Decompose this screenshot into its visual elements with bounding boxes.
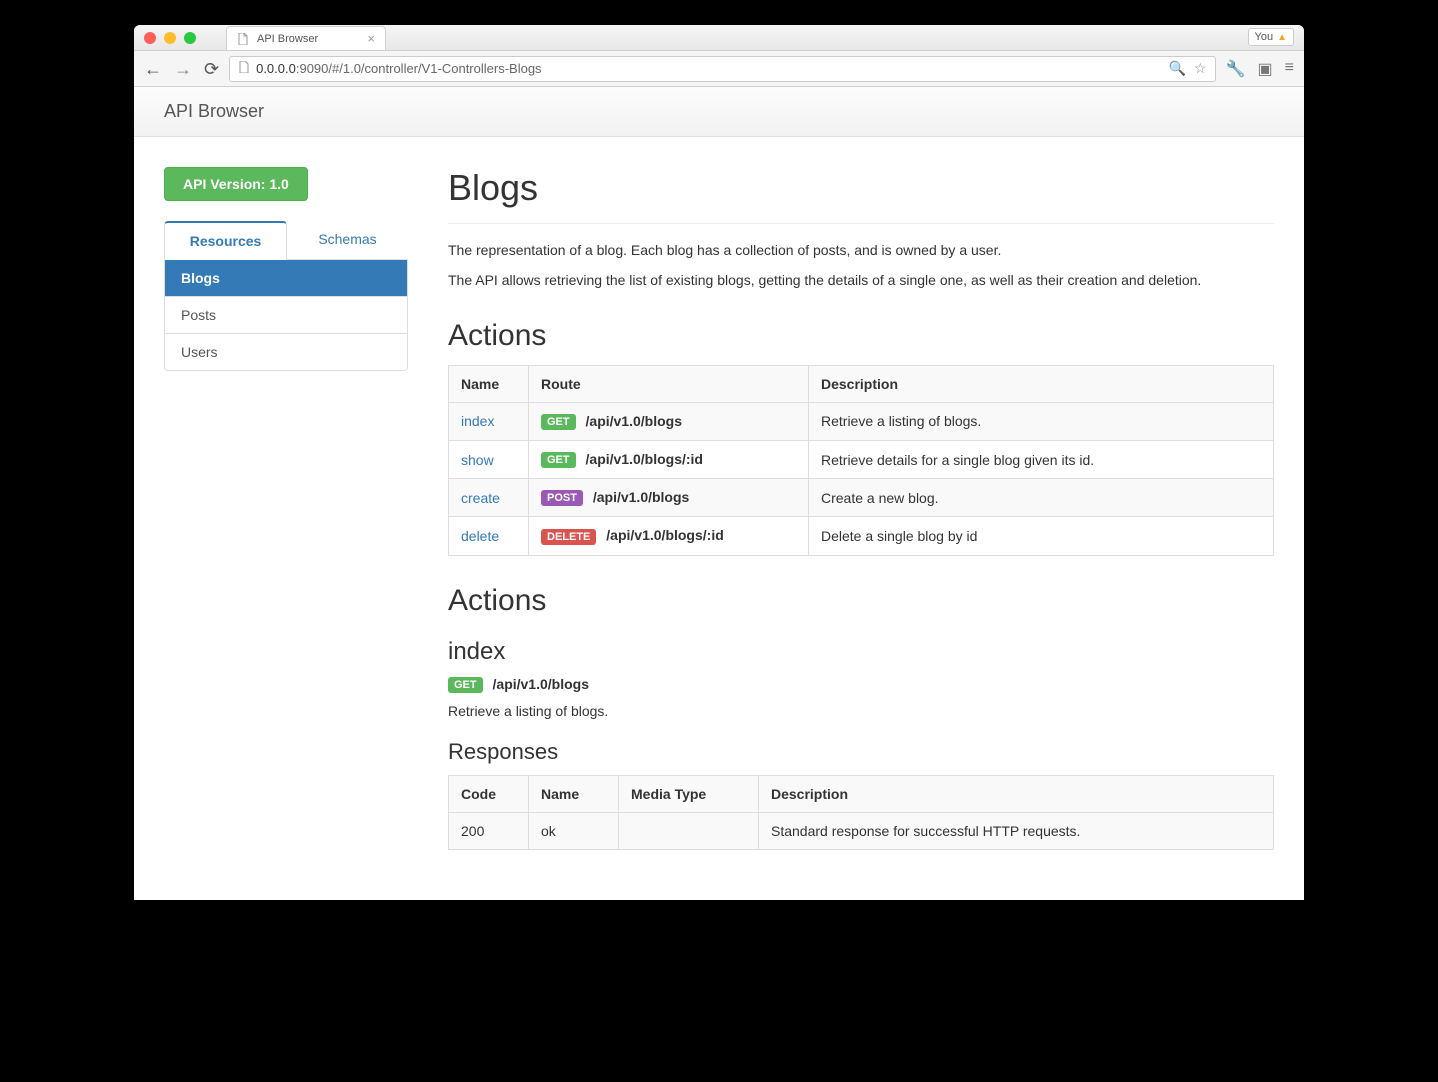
actions-heading: Actions bbox=[448, 319, 1274, 353]
responses-table: Code Name Media Type Description 200 ok … bbox=[448, 775, 1274, 850]
response-description: Standard response for successful HTTP re… bbox=[759, 813, 1274, 850]
response-name: ok bbox=[529, 813, 619, 850]
browser-toolbar: ← → ⟳ 0.0.0.0:9090/#/1.0/controller/V1-C… bbox=[134, 51, 1304, 87]
warning-icon: ▲ bbox=[1277, 32, 1287, 43]
response-code: 200 bbox=[449, 813, 529, 850]
response-media bbox=[619, 813, 759, 850]
table-row: 200 ok Standard response for successful … bbox=[449, 813, 1274, 850]
page-icon bbox=[237, 33, 249, 45]
sidebar-item-users[interactable]: Users bbox=[165, 334, 407, 370]
close-tab-icon[interactable]: × bbox=[367, 31, 375, 46]
col-name: Name bbox=[449, 365, 529, 402]
action-name: index bbox=[448, 638, 1274, 666]
method-badge-get: GET bbox=[541, 452, 576, 468]
nav-buttons: ← → ⟳ bbox=[144, 60, 219, 78]
action-summary: Retrieve a listing of blogs. bbox=[448, 701, 1274, 721]
browser-titlebar: API Browser × You ▲ bbox=[134, 25, 1304, 51]
description-cell: Create a new blog. bbox=[809, 479, 1274, 517]
actions-detail-heading: Actions bbox=[448, 584, 1274, 618]
sidebar-tabs: Resources Schemas bbox=[164, 221, 408, 260]
description-cell: Delete a single blog by id bbox=[809, 517, 1274, 555]
action-route: GET /api/v1.0/blogs bbox=[448, 676, 1274, 693]
route-path: /api/v1.0/blogs bbox=[593, 489, 689, 505]
description-cell: Retrieve details for a single blog given… bbox=[809, 440, 1274, 478]
tab-resources[interactable]: Resources bbox=[164, 221, 287, 260]
window-controls bbox=[144, 32, 196, 44]
wrench-icon[interactable]: 🔧 bbox=[1226, 59, 1246, 79]
toolbar-icons: 🔧 ▣ ≡ bbox=[1226, 59, 1294, 79]
method-badge-delete: DELETE bbox=[541, 529, 596, 545]
route-path: /api/v1.0/blogs/:id bbox=[606, 527, 723, 543]
browser-tab-title: API Browser bbox=[257, 33, 318, 45]
profile-badge[interactable]: You ▲ bbox=[1248, 28, 1294, 46]
menu-icon[interactable]: ≡ bbox=[1285, 59, 1294, 79]
sidebar-item-blogs[interactable]: Blogs bbox=[165, 260, 407, 297]
url-text: 0.0.0.0:9090/#/1.0/controller/V1-Control… bbox=[256, 61, 541, 76]
method-badge-post: POST bbox=[541, 490, 583, 506]
main-content: Blogs The representation of a blog. Each… bbox=[448, 167, 1274, 870]
divider bbox=[448, 223, 1274, 224]
route-cell: GET /api/v1.0/blogs bbox=[529, 402, 809, 440]
route-path: /api/v1.0/blogs bbox=[586, 413, 682, 429]
site-info-icon[interactable] bbox=[238, 61, 250, 76]
profile-label: You bbox=[1255, 31, 1274, 43]
bookmark-icon[interactable]: ☆ bbox=[1194, 60, 1207, 77]
action-link-show[interactable]: show bbox=[461, 452, 494, 468]
action-link-index[interactable]: index bbox=[461, 413, 494, 429]
back-button[interactable]: ← bbox=[144, 60, 162, 78]
tab-schemas[interactable]: Schemas bbox=[287, 221, 408, 259]
page-content: API Version: 1.0 Resources Schemas Blogs… bbox=[134, 137, 1304, 900]
col-name: Name bbox=[529, 776, 619, 813]
method-badge-get: GET bbox=[541, 414, 576, 430]
sidebar-item-posts[interactable]: Posts bbox=[165, 297, 407, 334]
forward-button[interactable]: → bbox=[174, 60, 192, 78]
route-cell: GET /api/v1.0/blogs/:id bbox=[529, 440, 809, 478]
browser-window: API Browser × You ▲ ← → ⟳ 0.0.0.0:9090/#… bbox=[134, 25, 1304, 900]
sidebar: API Version: 1.0 Resources Schemas Blogs… bbox=[164, 167, 408, 870]
close-window-icon[interactable] bbox=[144, 32, 156, 44]
address-bar[interactable]: 0.0.0.0:9090/#/1.0/controller/V1-Control… bbox=[229, 56, 1216, 82]
route-cell: DELETE /api/v1.0/blogs/:id bbox=[529, 517, 809, 555]
app-navbar: API Browser bbox=[134, 87, 1304, 137]
cast-icon[interactable]: ▣ bbox=[1258, 59, 1273, 79]
action-link-create[interactable]: create bbox=[461, 490, 500, 506]
table-row: delete DELETE /api/v1.0/blogs/:id Delete… bbox=[449, 517, 1274, 555]
route-cell: POST /api/v1.0/blogs bbox=[529, 479, 809, 517]
page-title: Blogs bbox=[448, 167, 1274, 209]
route-path: /api/v1.0/blogs bbox=[493, 676, 589, 692]
responses-heading: Responses bbox=[448, 739, 1274, 765]
route-path: /api/v1.0/blogs/:id bbox=[586, 451, 703, 467]
reload-button[interactable]: ⟳ bbox=[204, 60, 219, 78]
maximize-window-icon[interactable] bbox=[184, 32, 196, 44]
browser-tab[interactable]: API Browser × bbox=[226, 26, 386, 50]
minimize-window-icon[interactable] bbox=[164, 32, 176, 44]
table-row: create POST /api/v1.0/blogs Create a new… bbox=[449, 479, 1274, 517]
col-description: Description bbox=[809, 365, 1274, 402]
col-code: Code bbox=[449, 776, 529, 813]
col-description: Description bbox=[759, 776, 1274, 813]
table-row: index GET /api/v1.0/blogs Retrieve a lis… bbox=[449, 402, 1274, 440]
zoom-icon[interactable]: 🔍 bbox=[1169, 60, 1186, 77]
resource-list: Blogs Posts Users bbox=[164, 260, 408, 371]
table-row: show GET /api/v1.0/blogs/:id Retrieve de… bbox=[449, 440, 1274, 478]
method-badge-get: GET bbox=[448, 677, 483, 693]
description-cell: Retrieve a listing of blogs. bbox=[809, 402, 1274, 440]
actions-table: Name Route Description index GET /api/v1… bbox=[448, 365, 1274, 556]
api-version-button[interactable]: API Version: 1.0 bbox=[164, 167, 308, 201]
action-link-delete[interactable]: delete bbox=[461, 528, 499, 544]
description-1: The representation of a blog. Each blog … bbox=[448, 240, 1274, 260]
col-media: Media Type bbox=[619, 776, 759, 813]
description-2: The API allows retrieving the list of ex… bbox=[448, 270, 1274, 290]
brand[interactable]: API Browser bbox=[164, 101, 264, 122]
col-route: Route bbox=[529, 365, 809, 402]
